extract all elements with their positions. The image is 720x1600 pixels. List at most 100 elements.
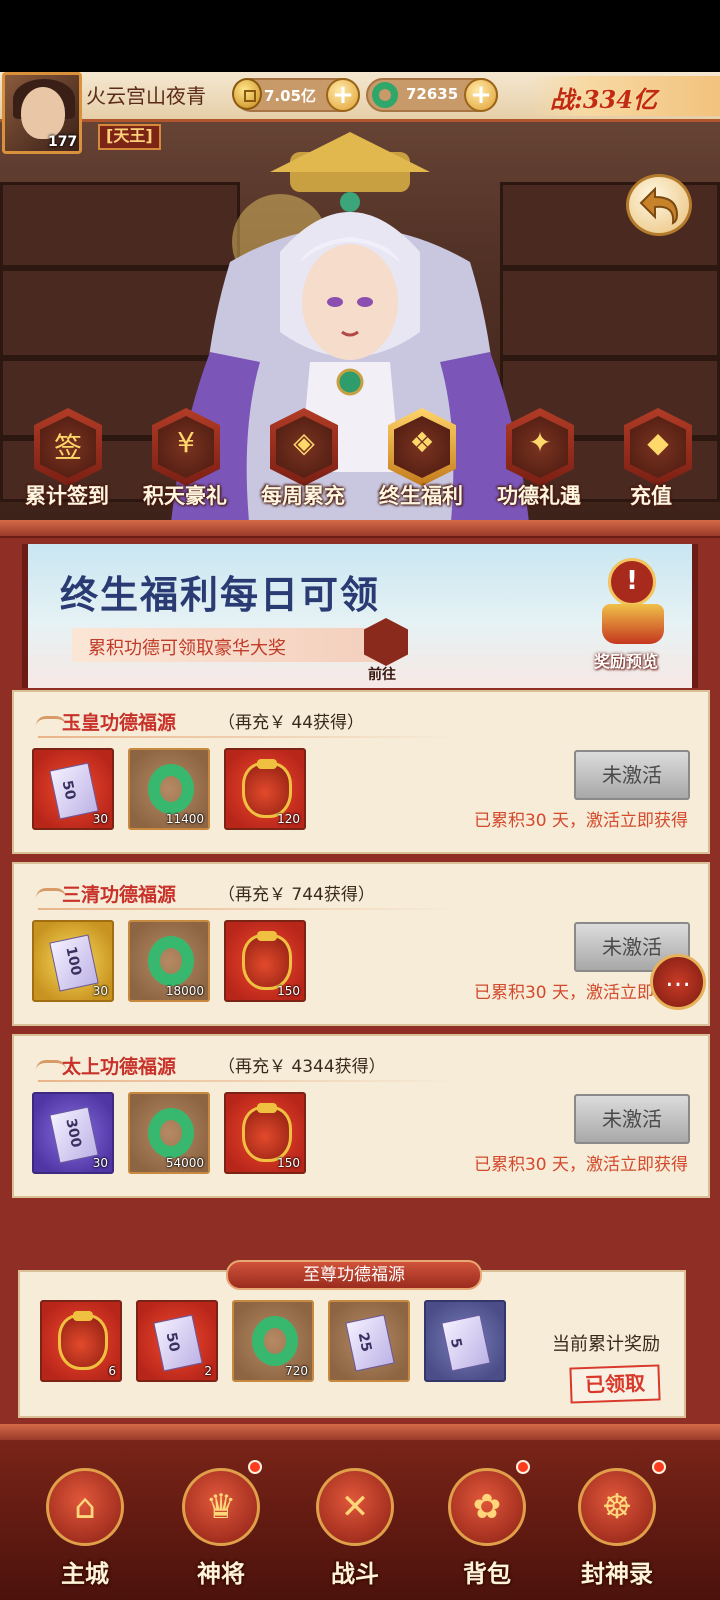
tab-label: 充值 bbox=[630, 484, 672, 508]
reward-item[interactable]: 50 2 bbox=[136, 1300, 218, 1382]
accumulated-status: 已累积30 天，激活立即获得 bbox=[473, 1155, 688, 1175]
item-count: 150 bbox=[277, 984, 300, 998]
activate-button[interactable]: 未激活 bbox=[574, 1094, 690, 1144]
combat-power: 战:334亿 bbox=[530, 76, 720, 116]
reward-item[interactable]: 720 bbox=[232, 1300, 314, 1382]
nav-label: 封神录 bbox=[581, 1560, 653, 1588]
ingot-icon: ◆ bbox=[647, 426, 669, 459]
nav-label: 背包 bbox=[463, 1560, 511, 1588]
card-requirement: （再充￥ 44获得） bbox=[218, 713, 365, 733]
item-count: 30 bbox=[92, 984, 108, 998]
nav-label: 战斗 bbox=[331, 1560, 379, 1588]
banner-subtitle-strip: 累积功德可领取豪华大奖 bbox=[72, 628, 382, 662]
reward-item[interactable]: 50 30 bbox=[32, 748, 114, 830]
voucher-50-icon: 50 bbox=[153, 1314, 203, 1372]
item-count: 2 bbox=[204, 1364, 212, 1378]
reward-item[interactable]: 300 30 bbox=[32, 1092, 114, 1174]
reward-item[interactable]: 11400 bbox=[128, 748, 210, 830]
combat-power-value: 战:334亿 bbox=[550, 85, 657, 114]
tab-merit-gift[interactable]: ✦ 功德礼遇 bbox=[480, 408, 598, 520]
notification-dot bbox=[248, 1460, 262, 1474]
tab-label: 每周累充 bbox=[261, 484, 345, 508]
back-button[interactable] bbox=[626, 174, 692, 236]
banner-subtitle: 累积功德可领取豪华大奖 bbox=[88, 638, 286, 659]
tab-recharge[interactable]: ◆ 充值 bbox=[598, 408, 716, 520]
go-label[interactable]: 前往 bbox=[368, 664, 396, 684]
reward-item[interactable]: 6 bbox=[40, 1300, 122, 1382]
reward-item[interactable]: 120 bbox=[224, 748, 306, 830]
jade-ring-icon bbox=[148, 764, 194, 814]
item-count: 720 bbox=[285, 1364, 308, 1378]
supreme-title: 至尊功德福源 bbox=[226, 1260, 482, 1290]
player-name: 火云宫山夜青 bbox=[86, 84, 206, 108]
gift-icon: ✦ bbox=[528, 426, 552, 459]
nav-backpack[interactable]: ✿ 背包 bbox=[432, 1460, 542, 1600]
voucher-25-icon: 25 bbox=[345, 1314, 395, 1372]
item-count: 120 bbox=[277, 812, 300, 826]
jade-amount: 72635 bbox=[406, 85, 459, 103]
red-purse-icon bbox=[58, 1311, 108, 1370]
back-arrow-icon bbox=[639, 187, 679, 225]
gold-coin-icon bbox=[232, 78, 262, 110]
reward-item[interactable]: 100 30 bbox=[32, 920, 114, 1002]
card-title: 三清功德福源 bbox=[62, 884, 177, 906]
giftbox-icon: ❖ bbox=[409, 426, 435, 459]
reward-card-supreme-lord: 太上功德福源 （再充￥ 4344获得） 300 30 54000 150 未激活… bbox=[12, 1034, 710, 1198]
jade-ring-icon bbox=[148, 936, 194, 986]
nav-label: 神将 bbox=[197, 1560, 245, 1588]
accumulated-status: 已累积30 天，激活立即获得 bbox=[473, 811, 688, 831]
nav-deification-record[interactable]: ☸ 封神录 bbox=[562, 1460, 672, 1600]
tab-label: 终生福利 bbox=[379, 484, 463, 508]
tab-label: 积天豪礼 bbox=[143, 484, 227, 508]
nav-main-city[interactable]: ⌂ 主城 bbox=[30, 1460, 140, 1600]
decorative-rail bbox=[0, 520, 720, 538]
item-count: 18000 bbox=[165, 984, 204, 998]
reward-item[interactable]: 150 bbox=[224, 920, 306, 1002]
player-level: 177 bbox=[48, 134, 78, 150]
reward-item[interactable]: 18000 bbox=[128, 920, 210, 1002]
red-purse-icon bbox=[242, 931, 292, 990]
card-requirement: （再充￥ 4344获得） bbox=[218, 1057, 386, 1077]
bag-icon: ✿ bbox=[472, 1487, 502, 1527]
voucher-50-icon: 50 bbox=[49, 762, 99, 820]
add-jade-button[interactable]: + bbox=[464, 78, 498, 112]
add-gold-button[interactable]: + bbox=[326, 78, 360, 112]
tab-label: 累计签到 bbox=[25, 484, 109, 508]
tab-daily-gift[interactable]: ¥ 积天豪礼 bbox=[126, 408, 244, 520]
scroll-icon: 签 bbox=[53, 431, 82, 464]
jade-ring-icon bbox=[148, 1108, 194, 1158]
crossed-swords-icon: ✕ bbox=[340, 1487, 370, 1527]
notification-dot bbox=[652, 1460, 666, 1474]
category-tabs: 签 累计签到 ¥ 积天豪礼 ◈ 每周累充 ❖ 终生福利 ✦ 功德礼遇 ◆ 充值 bbox=[0, 408, 720, 520]
item-count: 11400 bbox=[165, 812, 204, 826]
reward-item[interactable]: 54000 bbox=[128, 1092, 210, 1174]
bottom-nav: ⌂ 主城 ♛ 神将 ✕ 战斗 ✿ 背包 ☸ 封神录 bbox=[0, 1440, 720, 1600]
item-count: 54000 bbox=[165, 1156, 204, 1170]
alert-icon[interactable]: ! bbox=[608, 558, 656, 606]
reward-item[interactable]: 150 bbox=[224, 1092, 306, 1174]
tab-lifetime-welfare[interactable]: ❖ 终生福利 bbox=[362, 408, 480, 520]
chat-bubble-button[interactable] bbox=[650, 954, 706, 1010]
red-purse-icon bbox=[242, 1103, 292, 1162]
red-purse-icon bbox=[242, 759, 292, 818]
reward-item[interactable]: 5 bbox=[424, 1300, 506, 1382]
coins-icon: ¥ bbox=[177, 426, 195, 459]
nav-battle[interactable]: ✕ 战斗 bbox=[300, 1460, 410, 1600]
palace-icon: ⌂ bbox=[74, 1487, 96, 1527]
reward-preview-bag-icon[interactable] bbox=[602, 604, 664, 644]
nav-heroes[interactable]: ♛ 神将 bbox=[166, 1460, 276, 1600]
tab-cumulative-signin[interactable]: 签 累计签到 bbox=[8, 408, 126, 520]
card-requirement: （再充￥ 744获得） bbox=[218, 885, 375, 905]
reward-card-three-pure: 三清功德福源 （再充￥ 744获得） 100 30 18000 150 未激活 … bbox=[12, 862, 710, 1026]
hero-icon: ♛ bbox=[205, 1487, 237, 1527]
tab-weekly-recharge[interactable]: ◈ 每周累充 bbox=[244, 408, 362, 520]
reward-preview-button[interactable]: 奖励预览 bbox=[594, 648, 658, 672]
activate-button[interactable]: 未激活 bbox=[574, 750, 690, 800]
jade-ring-icon bbox=[372, 82, 398, 108]
current-reward-label: 当前累计奖励 bbox=[552, 1334, 660, 1355]
item-count: 30 bbox=[92, 1156, 108, 1170]
tab-label: 功德礼遇 bbox=[497, 484, 581, 508]
item-count: 150 bbox=[277, 1156, 300, 1170]
reward-item[interactable]: 25 bbox=[328, 1300, 410, 1382]
banner-title: 终生福利每日可领 bbox=[60, 572, 381, 617]
